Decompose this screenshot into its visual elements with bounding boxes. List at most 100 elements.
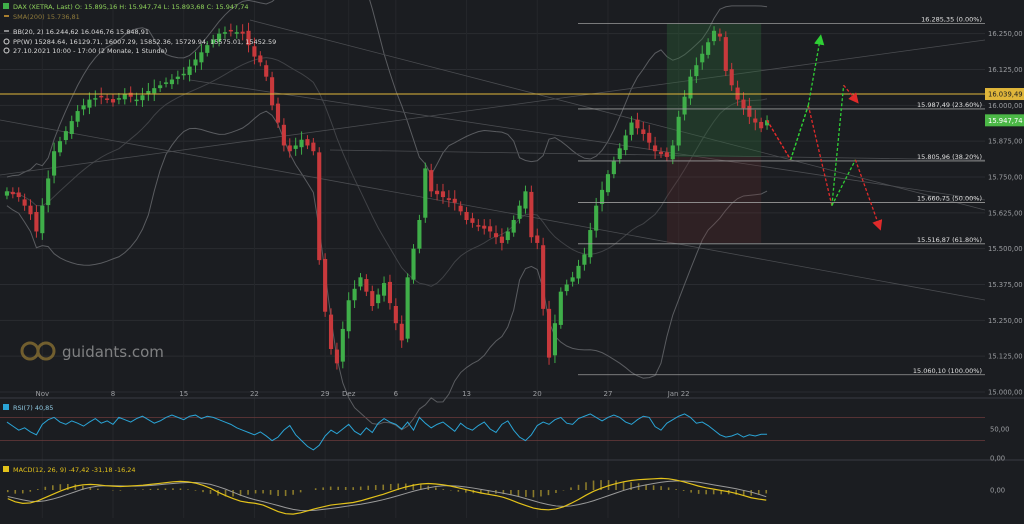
- candle-body: [323, 258, 328, 312]
- time-tick-label: 27: [604, 390, 613, 398]
- candle-body: [4, 191, 10, 196]
- candle-body: [664, 152, 669, 157]
- candle-body: [328, 314, 334, 349]
- candle-body: [647, 132, 652, 143]
- candle-body: [399, 323, 404, 341]
- candle-body: [352, 288, 357, 301]
- candle-body: [134, 99, 139, 102]
- candle-body: [723, 37, 728, 71]
- candle-body: [228, 29, 233, 32]
- candle-body: [511, 220, 516, 233]
- candle-body: [110, 99, 116, 103]
- candle-body: [393, 306, 398, 324]
- price-tick-label: 15.125,00: [988, 353, 1023, 361]
- candle-body: [34, 211, 39, 232]
- candle-body: [535, 235, 540, 243]
- candle-body: [163, 82, 169, 84]
- candle-body: [146, 91, 151, 94]
- candle-body: [676, 116, 681, 146]
- candle-body: [16, 192, 21, 198]
- candle-body: [629, 122, 634, 135]
- candle-body: [122, 93, 127, 100]
- candle-body: [381, 283, 387, 296]
- fib-level-label: 16.285,35 (0.00%): [921, 16, 982, 24]
- candle-body: [458, 205, 463, 212]
- candle-body: [28, 205, 33, 215]
- watermark-text: guidants.com: [62, 343, 164, 361]
- candle-body: [611, 161, 616, 175]
- time-tick-label: Jan 22: [667, 390, 690, 398]
- candle-body: [564, 284, 569, 292]
- candle-body: [729, 69, 734, 86]
- candle-body: [717, 33, 722, 37]
- candle-body: [435, 190, 440, 195]
- candle-body: [653, 145, 658, 152]
- fib-level-label: 15.660,75 (50.00%): [917, 195, 982, 203]
- candle-body: [558, 291, 563, 325]
- candle-body: [623, 135, 628, 151]
- fib-level-label: 15.805,96 (38.20%): [917, 153, 982, 161]
- candle-body: [240, 31, 245, 34]
- sma-line: SMA(200) 15.736,81: [13, 13, 80, 21]
- candle-body: [505, 231, 510, 241]
- candle-body: [169, 79, 174, 85]
- fib-level-label: 15.060,10 (100.00%): [913, 367, 982, 375]
- candle-body: [523, 191, 528, 209]
- candle-body: [658, 151, 664, 155]
- candle-body: [493, 233, 499, 238]
- candle-body: [753, 118, 758, 123]
- rsi-label: RSI(7) 40,85: [13, 404, 53, 412]
- dax-chart[interactable]: 16.285,35 (0.00%) 15.987,49 (23.60%) 15.80…: [0, 0, 1024, 524]
- time-tick-label: 20: [533, 390, 542, 398]
- candle-body: [158, 85, 163, 89]
- candle-body: [747, 105, 752, 117]
- rsi-tick-label: 50,00: [990, 426, 1009, 434]
- pp-line: PP(W) 15284.64, 16129.71, 16007.29, 1585…: [13, 38, 276, 46]
- price-tick-label: 15.375,00: [988, 281, 1023, 289]
- candle-body: [152, 88, 157, 94]
- candle-body: [264, 65, 269, 77]
- candle-body: [600, 189, 605, 204]
- candle-body: [75, 111, 80, 122]
- candle-body: [641, 129, 646, 134]
- time-tick-label: 6: [394, 390, 399, 398]
- macd-tick-label: 0,00: [990, 487, 1005, 495]
- candle-body: [187, 66, 192, 75]
- candle-body: [287, 145, 292, 152]
- candle-body: [52, 151, 57, 176]
- candle-body: [552, 323, 557, 356]
- candle-body: [69, 121, 74, 134]
- last-price-label: 15.947,74: [988, 117, 1023, 125]
- candle-body: [281, 124, 286, 146]
- candle-body: [193, 59, 198, 66]
- candle-body: [582, 254, 587, 265]
- candle-body: [635, 119, 640, 129]
- time-tick-label: 29: [321, 390, 330, 398]
- price-tick-label: 15.000,00: [988, 389, 1023, 397]
- candle-body: [358, 277, 363, 287]
- chart-background: [0, 0, 1024, 524]
- macd-legend-icon: [3, 466, 9, 472]
- time-tick-label: 15: [179, 390, 188, 398]
- candle-body: [700, 53, 705, 63]
- price-tick-label: 15.750,00: [988, 174, 1023, 182]
- candle-body: [470, 218, 475, 223]
- bb-line: BB(20, 2) 16.244,62 16.046,76 15.848,91: [13, 28, 149, 36]
- candle-body: [682, 96, 687, 115]
- time-tick-label: 22: [250, 390, 259, 398]
- candle-body: [387, 281, 393, 304]
- candle-body: [140, 95, 145, 101]
- level-badge-label: 16.039,49: [988, 91, 1023, 99]
- period-line: 27.10.2021 10:00 - 17:00 (2 Monate, 1 St…: [13, 47, 167, 55]
- candle-body: [452, 198, 457, 203]
- candle-body: [93, 98, 98, 100]
- candle-body: [476, 225, 481, 227]
- candle-body: [181, 73, 186, 76]
- candle-body: [517, 205, 522, 219]
- candle-body: [605, 174, 611, 193]
- price-tick-label: 15.250,00: [988, 317, 1023, 325]
- candle-body: [541, 245, 546, 309]
- candle-body: [346, 300, 351, 332]
- candle-body: [317, 152, 322, 261]
- candle-body: [252, 46, 257, 57]
